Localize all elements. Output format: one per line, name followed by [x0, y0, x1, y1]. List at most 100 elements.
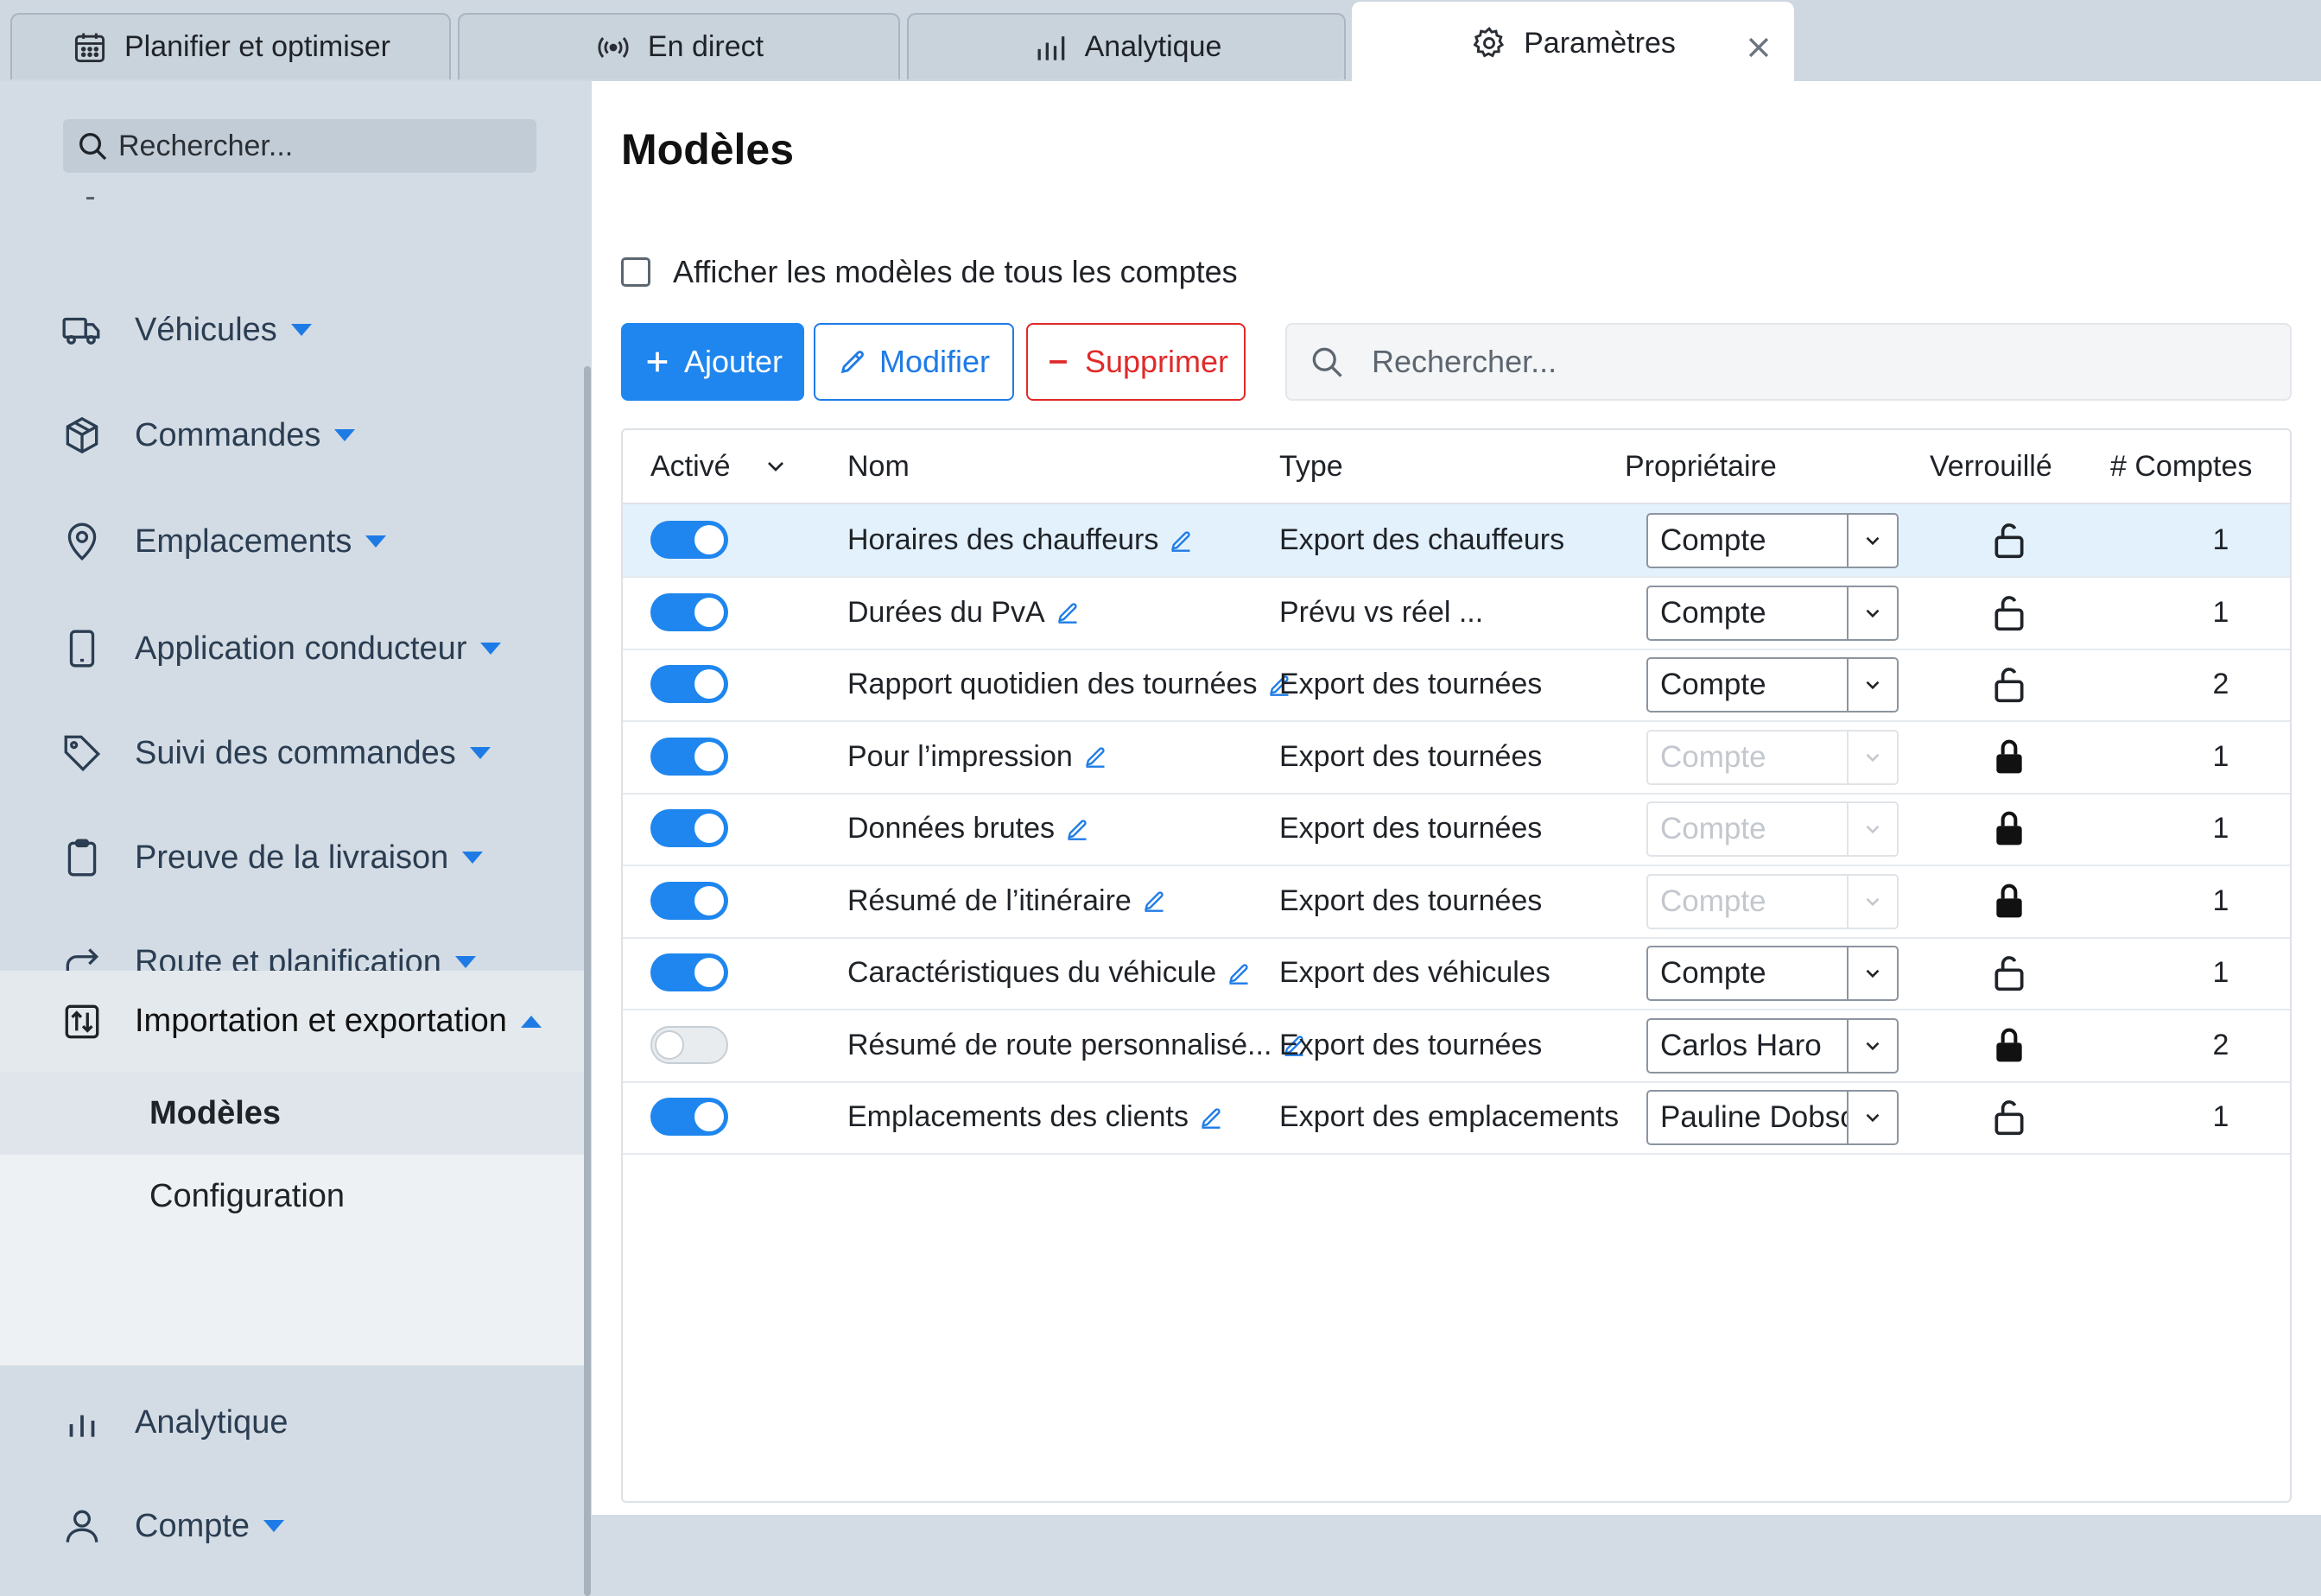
owner-select[interactable]: Compte	[1646, 657, 1899, 712]
sidebar-item-preuve-livraison[interactable]: Preuve de la livraison	[0, 814, 584, 901]
table-row[interactable]: Caractéristiques du véhicule Export des v…	[623, 937, 2290, 1010]
table-row[interactable]: Données brutes Export des tournées Compte 1	[623, 793, 2290, 866]
show-all-accounts-toggle[interactable]: Afficher les modèles de tous les comptes	[621, 254, 1238, 290]
caret-down-icon	[365, 535, 387, 548]
sidebar-item-vehicules[interactable]: Véhicules	[0, 287, 584, 373]
locked-icon[interactable]	[1990, 881, 2028, 922]
toggle-knob	[694, 814, 724, 843]
select-arrow	[1847, 659, 1897, 711]
sidebar-search-input[interactable]: Rechercher...	[63, 119, 536, 173]
table-row[interactable]: Pour l’impression Export des tournées Comp…	[623, 721, 2290, 795]
column-header-active[interactable]: Activé	[650, 430, 790, 503]
sidebar-item-analytique[interactable]: Analytique	[0, 1379, 584, 1466]
active-toggle[interactable]	[650, 953, 728, 991]
owner-select[interactable]: Compte	[1646, 585, 1899, 641]
active-toggle[interactable]	[650, 809, 728, 847]
unlocked-icon[interactable]	[1990, 520, 2028, 561]
locked-icon[interactable]	[1990, 1025, 2028, 1067]
column-header-type[interactable]: Type	[1279, 430, 1343, 503]
edit-pencil-icon[interactable]	[1083, 744, 1107, 769]
sidebar-item-emplacements[interactable]: Emplacements	[0, 498, 584, 585]
template-name-cell: Pour l’impression	[847, 721, 1107, 793]
active-toggle[interactable]	[650, 665, 728, 703]
sidebar-item-suivi-commandes[interactable]: Suivi des commandes	[0, 710, 584, 796]
edit-button-label: Modifier	[878, 344, 991, 379]
edit-pencil-icon[interactable]	[1056, 600, 1080, 624]
search-placeholder: Rechercher...	[1372, 344, 1557, 379]
table-row[interactable]: Résumé de route personnalisé... Export de…	[623, 1010, 2290, 1083]
active-toggle[interactable]	[650, 881, 728, 920]
owner-select[interactable]: Compte	[1646, 513, 1899, 568]
templates-table: Activé Nom Type Propriétaire Verrouillé …	[621, 428, 2292, 1503]
owner-select: Compte	[1646, 873, 1899, 929]
sidebar-item-label: Analytique	[135, 1403, 289, 1441]
unlocked-icon[interactable]	[1990, 1097, 2028, 1138]
column-header-name[interactable]: Nom	[847, 430, 910, 503]
top-tab-bar: Planifier et optimiser En direct Analyti…	[0, 0, 2321, 83]
tab-parametres[interactable]: Paramètres	[1352, 2, 1794, 83]
edit-pencil-icon[interactable]	[1065, 817, 1089, 841]
caret-up-icon	[520, 1015, 542, 1028]
tab-planifier[interactable]: Planifier et optimiser	[10, 13, 451, 79]
sidebar-item-application-conducteur[interactable]: Application conducteur	[0, 605, 584, 692]
user-icon	[66, 1510, 98, 1542]
active-toggle[interactable]	[650, 521, 728, 559]
caret-down-icon	[462, 852, 484, 864]
table-row[interactable]: Emplacements des clients Export des empla…	[623, 1081, 2290, 1155]
accounts-count: 2	[2212, 1028, 2229, 1061]
owner-value: Compte	[1660, 812, 1766, 846]
table-row[interactable]: Rapport quotidien des tournées Export des…	[623, 649, 2290, 722]
column-header-accounts[interactable]: # Comptes	[2110, 430, 2252, 503]
add-button[interactable]: Ajouter	[621, 323, 804, 401]
edit-pencil-icon[interactable]	[1169, 529, 1193, 553]
owner-value: Compte	[1660, 956, 1766, 990]
table-row[interactable]: Durées du PvA Prévu vs réel ... Compte 1	[623, 577, 2290, 650]
edit-pencil-icon[interactable]	[1142, 889, 1166, 913]
edit-pencil-icon[interactable]	[1227, 961, 1251, 985]
table-row[interactable]: Horaires des chauffeurs Export des chauff…	[623, 504, 2290, 578]
owner-select[interactable]: Carlos Haro	[1646, 1017, 1899, 1074]
toggle-knob	[655, 1029, 684, 1060]
tab-analytique[interactable]: Analytique	[907, 13, 1346, 79]
unlocked-icon[interactable]	[1990, 664, 2028, 706]
accounts-count: 1	[2212, 1100, 2229, 1133]
accounts-count: 1	[2212, 523, 2229, 556]
template-type: Export des tournées	[1279, 739, 1543, 773]
template-type: Prévu vs réel ...	[1279, 595, 1484, 629]
locked-icon[interactable]	[1990, 808, 2028, 850]
chevron-down-icon[interactable]	[762, 453, 790, 480]
templates-search-input[interactable]: Rechercher...	[1285, 323, 2292, 401]
search-icon	[1312, 347, 1342, 377]
sidebar: Rechercher... Véhicules Commandes Emplac…	[0, 81, 592, 1596]
active-toggle[interactable]	[650, 1098, 728, 1136]
sidebar-item-label: Commandes	[135, 416, 321, 453]
sidebar-scrollbar[interactable]	[584, 366, 591, 1596]
active-toggle[interactable]	[650, 737, 728, 776]
toggle-knob	[694, 597, 724, 627]
table-row[interactable]: Résumé de l’itinéraire Export des tournée…	[623, 865, 2290, 939]
sidebar-subitem-configuration[interactable]: Configuration	[0, 1155, 584, 1238]
show-all-checkbox[interactable]	[621, 257, 650, 287]
delete-button[interactable]: Supprimer	[1026, 323, 1246, 401]
owner-select[interactable]: Compte	[1646, 946, 1899, 1001]
chevron-down-icon	[1866, 753, 1880, 762]
sidebar-subitem-modeles[interactable]: Modèles	[0, 1072, 584, 1155]
owner-select[interactable]: Pauline Dobso	[1646, 1090, 1899, 1145]
sidebar-item-compte[interactable]: Compte	[0, 1483, 584, 1569]
edit-button[interactable]: Modifier	[814, 323, 1014, 401]
column-header-owner[interactable]: Propriétaire	[1625, 430, 1777, 503]
active-toggle[interactable]	[650, 592, 728, 631]
add-button-label: Ajouter	[683, 344, 783, 379]
sidebar-item-importation-exportation[interactable]: Importation et exportation	[0, 971, 584, 1072]
sidebar-item-commandes[interactable]: Commandes	[0, 392, 584, 478]
close-icon[interactable]	[1744, 33, 1773, 62]
unlocked-icon[interactable]	[1990, 592, 2028, 634]
unlocked-icon[interactable]	[1990, 953, 2028, 994]
column-header-locked[interactable]: Verrouillé	[1930, 430, 2052, 503]
edit-pencil-icon[interactable]	[1199, 1105, 1223, 1130]
locked-icon[interactable]	[1990, 737, 2028, 778]
delete-button-label: Supprimer	[1084, 344, 1229, 379]
active-toggle[interactable]	[650, 1025, 728, 1064]
tab-en-direct[interactable]: En direct	[458, 13, 900, 79]
accounts-count: 2	[2212, 668, 2229, 700]
